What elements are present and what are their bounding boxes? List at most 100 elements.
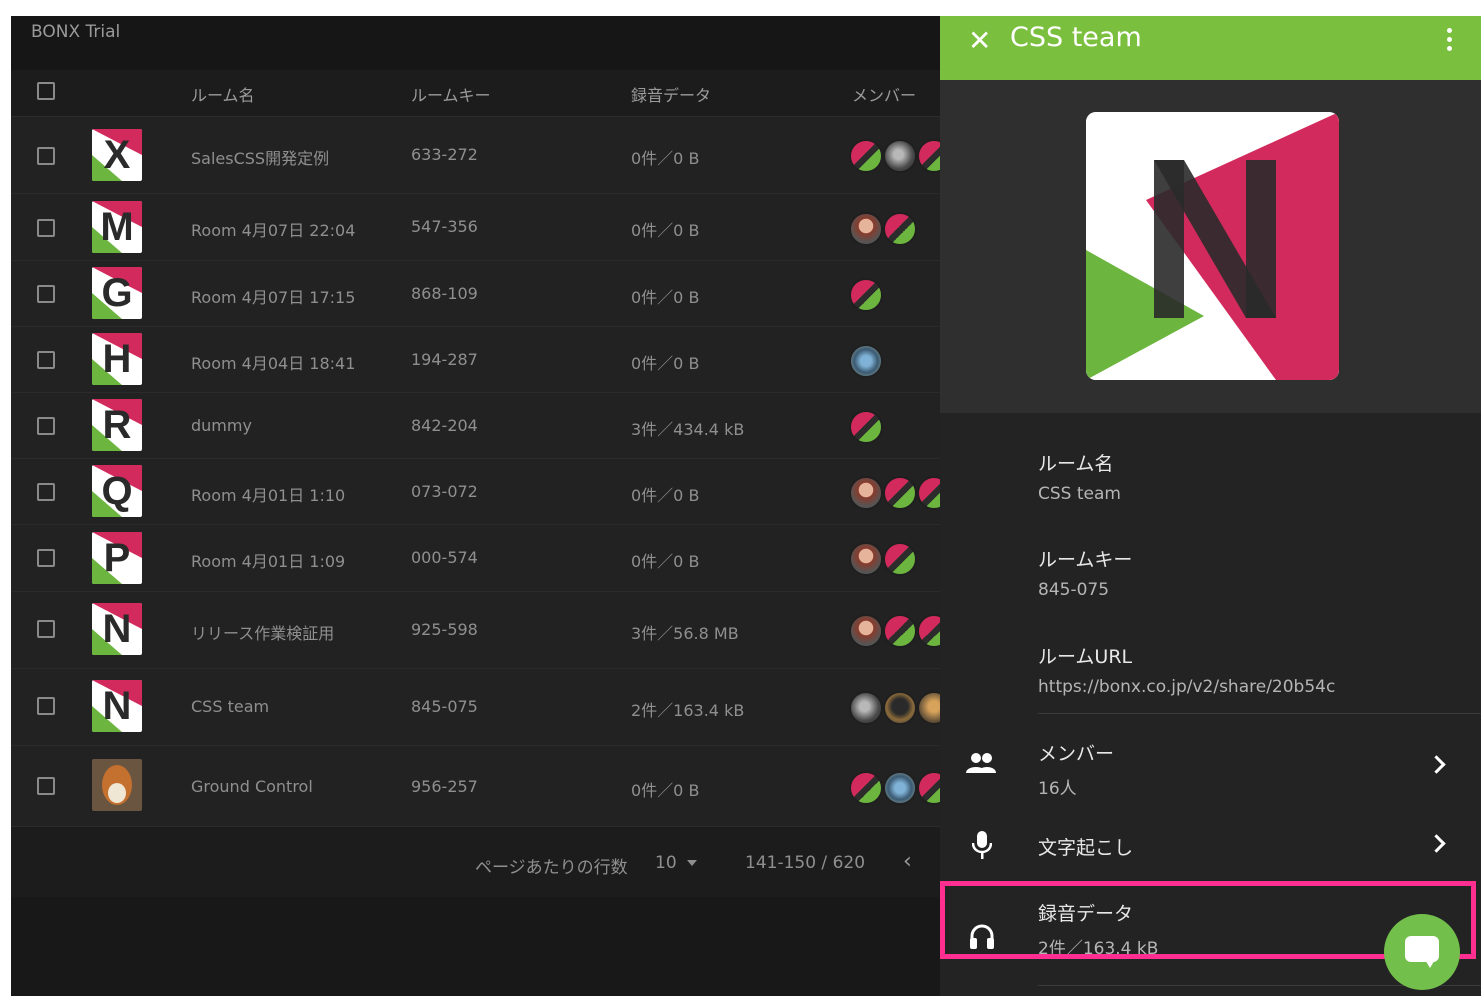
recording-summary: 0件／0 B bbox=[631, 149, 700, 168]
room-key: 842-204 bbox=[411, 416, 478, 435]
recording-summary: 0件／0 B bbox=[631, 221, 700, 240]
room-name: CSS team bbox=[191, 697, 270, 716]
microphone-icon bbox=[972, 831, 992, 859]
room-key: 868-109 bbox=[411, 284, 478, 303]
member-avatars bbox=[849, 614, 951, 650]
room-url-field: ルームURL https://bonx.co.jp/v2/share/20b54… bbox=[1038, 642, 1335, 697]
chat-button[interactable] bbox=[1384, 914, 1460, 990]
room-avatar: Q bbox=[92, 465, 142, 517]
chevron-left-icon[interactable]: ‹ bbox=[903, 849, 912, 874]
member-avatars bbox=[849, 212, 949, 248]
room-key: 633-272 bbox=[411, 145, 478, 164]
table-row[interactable]: M Room 4月07日 22:04 547-356 0件／0 B bbox=[11, 194, 940, 261]
dropdown-caret-icon bbox=[686, 860, 697, 866]
room-logo bbox=[1086, 112, 1339, 380]
rows-per-page-select[interactable]: 10 bbox=[655, 853, 697, 873]
room-name: Ground Control bbox=[191, 777, 313, 796]
room-avatar: N bbox=[92, 603, 142, 655]
row-checkbox[interactable] bbox=[37, 417, 55, 435]
row-checkbox[interactable] bbox=[37, 620, 55, 638]
table-row[interactable]: Q Room 4月01日 1:10 073-072 0件／0 B bbox=[11, 459, 951, 525]
more-vert-icon[interactable] bbox=[1447, 28, 1453, 52]
room-name: Room 4月07日 17:15 bbox=[191, 288, 356, 307]
row-checkbox[interactable] bbox=[37, 777, 55, 795]
member-avatars bbox=[849, 410, 949, 446]
table-row[interactable]: X SalesCSS開発定例 633-272 0件／0 B bbox=[11, 117, 951, 194]
row-checkbox[interactable] bbox=[37, 285, 55, 303]
link-label: 文字起こし bbox=[1038, 837, 1134, 859]
room-name: リリース作業検証用 bbox=[191, 624, 335, 643]
room-key: 925-598 bbox=[411, 620, 478, 639]
table-row[interactable]: P Room 4月01日 1:09 000-574 0件／0 B bbox=[11, 525, 940, 592]
recording-summary: 0件／0 B bbox=[631, 288, 700, 307]
member-avatars bbox=[849, 771, 951, 807]
room-key: 073-072 bbox=[411, 482, 478, 501]
room-image-area bbox=[940, 80, 1481, 413]
field-value: CSS team bbox=[1038, 484, 1121, 504]
room-avatar: X bbox=[92, 129, 142, 181]
chevron-right-icon bbox=[1427, 755, 1446, 774]
table-row[interactable]: N リリース作業検証用 925-598 3件／56.8 MB bbox=[11, 592, 951, 669]
empty-area bbox=[11, 897, 940, 996]
member-avatars bbox=[849, 278, 949, 314]
header-recording[interactable]: 録音データ bbox=[631, 82, 711, 106]
field-label: ルームURL bbox=[1038, 646, 1133, 668]
table-row[interactable]: H Room 4月04日 18:41 194-287 0件／0 B bbox=[11, 327, 940, 393]
app-window: BONX Trial ルーム名 ルームキー 録音データ メンバー X Sales… bbox=[11, 16, 1481, 996]
panel-header: ✕ CSS team bbox=[940, 16, 1481, 80]
room-name: Room 4月07日 22:04 bbox=[191, 221, 356, 240]
room-name: Room 4月04日 18:41 bbox=[191, 354, 356, 373]
room-avatar: N bbox=[92, 680, 142, 732]
header-room-key[interactable]: ルームキー bbox=[411, 82, 491, 106]
field-label: ルームキー bbox=[1038, 549, 1133, 571]
row-checkbox[interactable] bbox=[37, 549, 55, 567]
header-members[interactable]: メンバー bbox=[852, 82, 916, 106]
rows-per-page-label: ページあたりの行数 bbox=[475, 858, 628, 878]
table-row[interactable]: Ground Control 956-257 0件／0 B bbox=[11, 746, 951, 827]
panel-title: CSS team bbox=[1010, 22, 1142, 53]
table-row[interactable]: N CSS team 845-075 2件／163.4 kB bbox=[11, 669, 951, 746]
room-name: dummy bbox=[191, 416, 252, 435]
row-checkbox[interactable] bbox=[37, 351, 55, 369]
member-avatars bbox=[849, 691, 951, 727]
room-detail-panel: ✕ CSS team ルーム名 CSS team ルームキー 845-075 ル… bbox=[940, 16, 1481, 996]
field-value[interactable]: https://bonx.co.jp/v2/share/20b54c bbox=[1038, 677, 1335, 697]
row-checkbox[interactable] bbox=[37, 483, 55, 501]
app-title: BONX Trial bbox=[31, 22, 121, 42]
close-icon[interactable]: ✕ bbox=[968, 24, 991, 57]
room-key: 194-287 bbox=[411, 350, 478, 369]
room-avatar: P bbox=[92, 532, 142, 584]
member-avatars bbox=[849, 139, 951, 175]
field-value: 845-075 bbox=[1038, 580, 1110, 600]
member-avatars bbox=[849, 344, 949, 380]
table-row[interactable]: R dummy 842-204 3件／434.4 kB bbox=[11, 393, 940, 459]
chevron-right-icon bbox=[1427, 834, 1446, 853]
room-list: BONX Trial ルーム名 ルームキー 録音データ メンバー X Sales… bbox=[11, 16, 951, 996]
table-footer: ページあたりの行数 10 141-150 / 620 ‹ bbox=[11, 827, 940, 897]
recording-summary: 0件／0 B bbox=[631, 486, 700, 505]
recording-summary: 2件／163.4 kB bbox=[631, 701, 745, 720]
table-header: ルーム名 ルームキー 録音データ メンバー bbox=[11, 70, 940, 117]
room-name: SalesCSS開発定例 bbox=[191, 149, 330, 168]
room-avatar: R bbox=[92, 399, 142, 451]
row-checkbox[interactable] bbox=[37, 697, 55, 715]
room-name-field: ルーム名 CSS team bbox=[1038, 449, 1121, 504]
room-name: Room 4月01日 1:09 bbox=[191, 552, 346, 571]
select-all-checkbox[interactable] bbox=[37, 82, 55, 100]
recording-summary: 0件／0 B bbox=[631, 552, 700, 571]
divider bbox=[1038, 713, 1481, 714]
row-checkbox[interactable] bbox=[37, 219, 55, 237]
top-bar bbox=[11, 16, 940, 70]
room-key: 000-574 bbox=[411, 548, 478, 567]
room-key: 845-075 bbox=[411, 697, 478, 716]
recording-summary: 0件／0 B bbox=[631, 354, 700, 373]
room-key: 547-356 bbox=[411, 217, 478, 236]
room-key: 956-257 bbox=[411, 777, 478, 796]
header-room-name[interactable]: ルーム名 bbox=[191, 82, 255, 106]
pagination-range: 141-150 / 620 bbox=[745, 853, 866, 873]
field-label: ルーム名 bbox=[1038, 453, 1114, 475]
table-row[interactable]: G Room 4月07日 17:15 868-109 0件／0 B bbox=[11, 261, 940, 327]
members-text: メンバー 16人 bbox=[1038, 739, 1114, 799]
row-checkbox[interactable] bbox=[37, 147, 55, 165]
room-avatar-photo bbox=[92, 759, 142, 811]
